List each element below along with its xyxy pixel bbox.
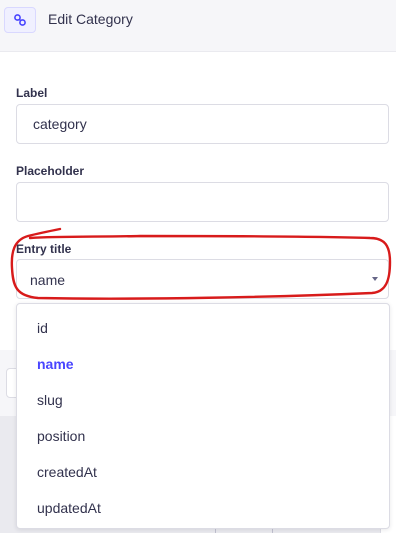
entry-title-selected-value: name — [30, 272, 66, 288]
modal-title: Edit Category — [48, 11, 133, 27]
placeholder-field-label: Placeholder — [16, 164, 85, 178]
option-slug[interactable]: slug — [37, 392, 63, 408]
modal-header: Edit Category — [0, 0, 396, 52]
option-name[interactable]: name — [37, 356, 74, 372]
option-id[interactable]: id — [37, 320, 48, 336]
option-createdAt[interactable]: createdAt — [37, 464, 97, 480]
entry-title-field-label: Entry title — [16, 242, 72, 256]
label-field-label: Label — [16, 86, 48, 100]
link-icon — [14, 14, 26, 26]
option-position[interactable]: position — [37, 428, 85, 444]
relation-icon-box — [4, 7, 36, 33]
entry-title-select[interactable]: name — [16, 259, 389, 299]
option-updatedAt[interactable]: updatedAt — [37, 500, 101, 516]
placeholder-input[interactable] — [16, 182, 389, 222]
label-input[interactable] — [16, 104, 389, 144]
caret-down-icon[interactable] — [372, 277, 378, 281]
entry-title-dropdown: id name slug position createdAt updatedA… — [16, 303, 390, 529]
